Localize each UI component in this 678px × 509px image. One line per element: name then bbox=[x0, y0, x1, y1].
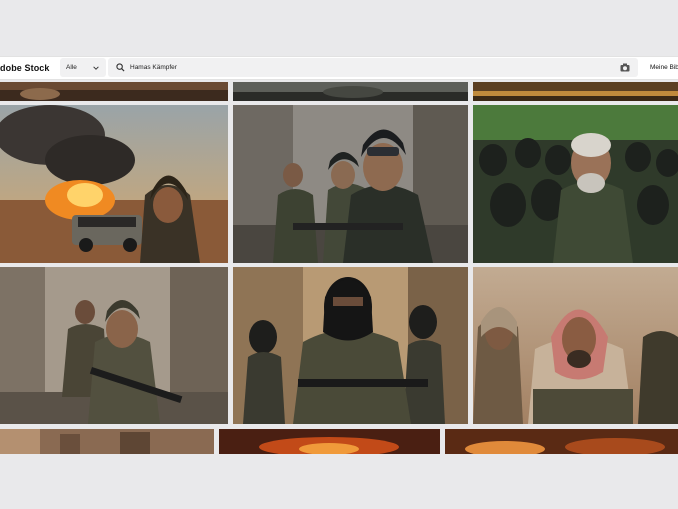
chevron-down-icon bbox=[93, 65, 99, 70]
top-bar: dobe Stock Alle Meine Bibl bbox=[0, 56, 678, 80]
image-tile[interactable] bbox=[233, 105, 468, 263]
image-tile[interactable] bbox=[473, 105, 678, 263]
image-tile[interactable] bbox=[0, 267, 228, 424]
image-tile[interactable] bbox=[233, 267, 468, 424]
asset-type-filter[interactable]: Alle bbox=[60, 58, 106, 77]
search-input[interactable] bbox=[130, 64, 610, 71]
my-library-link[interactable]: Meine Bibl bbox=[650, 57, 678, 79]
image-tile[interactable] bbox=[445, 429, 678, 454]
image-tile[interactable] bbox=[0, 105, 228, 263]
image-tile[interactable] bbox=[219, 429, 440, 454]
image-tile[interactable] bbox=[0, 429, 214, 454]
search-bar[interactable] bbox=[108, 58, 638, 77]
image-tile[interactable] bbox=[473, 267, 678, 424]
adobe-stock-logo[interactable]: dobe Stock bbox=[0, 57, 50, 79]
camera-icon[interactable] bbox=[620, 63, 630, 72]
image-tile[interactable] bbox=[0, 82, 228, 101]
search-icon[interactable] bbox=[116, 63, 125, 72]
image-tile[interactable] bbox=[473, 82, 678, 101]
image-tile[interactable] bbox=[233, 82, 468, 101]
filter-label: Alle bbox=[66, 64, 77, 71]
